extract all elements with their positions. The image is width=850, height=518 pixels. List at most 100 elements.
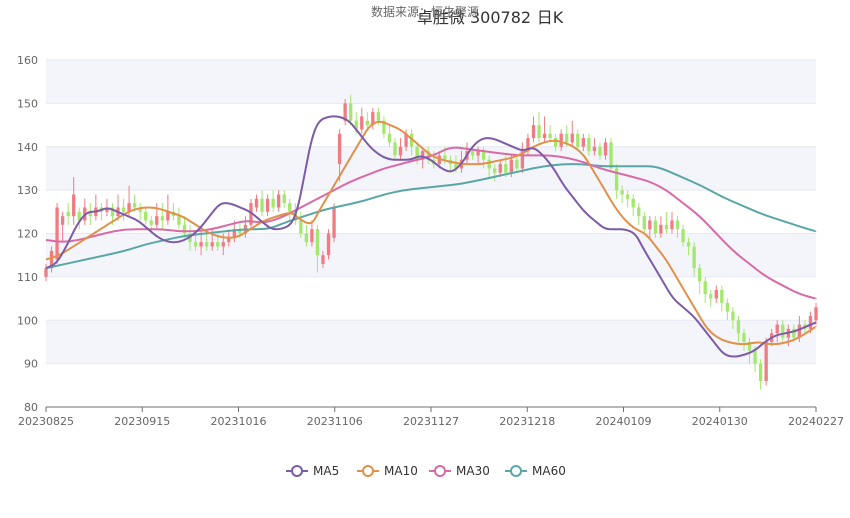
candlestick <box>94 194 98 221</box>
candlestick <box>637 203 641 225</box>
candle-body <box>149 220 153 225</box>
candle-body <box>542 133 547 139</box>
candle-body <box>587 138 591 152</box>
legend-label: MA10 <box>384 464 418 478</box>
y-axis: 160 150 140 130 120 110 100 90 80 <box>17 54 38 414</box>
candle-body <box>315 229 320 256</box>
candle-body <box>637 207 641 217</box>
candle-body <box>576 133 580 147</box>
candle-body <box>498 164 502 173</box>
candle-body <box>304 233 309 243</box>
candlestick <box>282 190 286 208</box>
candlestick <box>121 198 126 221</box>
candlestick <box>99 203 104 221</box>
plot-band <box>46 60 816 104</box>
candle-body <box>221 242 225 247</box>
candlestick <box>138 203 142 221</box>
candlestick <box>758 359 763 390</box>
candlestick <box>260 190 264 217</box>
candle-body <box>559 133 563 147</box>
legend-item-ma30[interactable]: MA30 <box>429 464 490 478</box>
candle-body <box>72 194 76 217</box>
y-tick-label: 100 <box>17 314 38 327</box>
candle-body <box>299 220 303 234</box>
candle-body <box>393 142 397 156</box>
candle-body <box>166 211 170 221</box>
candlestick <box>537 112 541 143</box>
legend-marker-icon <box>291 465 303 477</box>
candlestick <box>387 125 392 147</box>
candlestick <box>155 203 159 230</box>
x-tick-label: 20231016 <box>211 415 267 428</box>
candle-body <box>548 133 552 139</box>
candle-body <box>443 155 447 160</box>
candle-body <box>714 289 718 299</box>
candlestick <box>542 116 547 143</box>
legend-item-ma60[interactable]: MA60 <box>505 464 566 478</box>
candle-body <box>365 120 369 126</box>
plot-band <box>46 320 816 364</box>
candlestick <box>720 285 724 312</box>
candle-body <box>265 198 270 212</box>
candle-body <box>376 112 381 121</box>
candlestick <box>725 298 730 321</box>
candle-body <box>565 133 569 143</box>
chart-legend[interactable]: MA5 MA10 MA30 MA60 <box>286 464 566 478</box>
candlestick <box>177 207 181 230</box>
candle-body <box>193 242 198 247</box>
y-tick-label: 130 <box>17 184 38 197</box>
candle-body <box>60 216 65 225</box>
candle-body <box>753 350 757 364</box>
candle-body <box>515 159 519 169</box>
candlestick <box>360 107 364 134</box>
candle-body <box>326 233 331 256</box>
x-tick-label: 20231127 <box>403 415 459 428</box>
candle-body <box>487 159 491 169</box>
candlestick <box>105 198 109 217</box>
candle-body <box>282 194 286 204</box>
candle-body <box>703 281 707 295</box>
candle-body <box>504 164 508 173</box>
candlestick <box>614 164 619 199</box>
candle-body <box>681 229 685 243</box>
candlestick <box>764 337 768 386</box>
legend-label: MA5 <box>313 464 339 478</box>
candlestick <box>160 203 164 230</box>
candle-body <box>493 168 497 173</box>
candle-body <box>670 220 674 230</box>
legend-label: MA60 <box>532 464 566 478</box>
candle-body <box>698 268 702 282</box>
candlestick <box>254 194 259 212</box>
candlestick <box>670 211 674 234</box>
candle-body <box>260 198 264 212</box>
candle-body <box>44 268 48 277</box>
candle-body <box>709 294 713 299</box>
candle-body <box>570 133 574 143</box>
candle-body <box>742 333 746 342</box>
legend-item-ma10[interactable]: MA10 <box>357 464 418 478</box>
candle-body <box>781 324 785 338</box>
candle-body <box>481 151 486 160</box>
candle-body <box>664 224 669 230</box>
legend-item-ma5[interactable]: MA5 <box>286 464 339 478</box>
candle-body <box>310 229 314 243</box>
candle-body <box>55 207 59 260</box>
x-tick-label: 20230825 <box>18 415 74 428</box>
candlestick <box>326 229 331 260</box>
legend-label: MA30 <box>456 464 490 478</box>
legend-marker-icon <box>434 465 446 477</box>
candle-body <box>642 216 646 230</box>
candle-body <box>398 146 403 156</box>
y-tick-label: 110 <box>17 271 38 284</box>
candle-body <box>144 211 148 221</box>
candle-body <box>531 125 536 139</box>
candle-body <box>659 224 663 234</box>
candlestick <box>382 116 386 139</box>
chart-subtitle: 数据来源：恒生聚源 <box>371 4 479 19</box>
y-tick-label: 150 <box>17 97 38 110</box>
candle-body <box>808 315 813 329</box>
y-tick-label: 90 <box>24 358 38 371</box>
candle-body <box>553 138 558 147</box>
candlestick <box>265 194 270 217</box>
candle-body <box>470 151 475 156</box>
